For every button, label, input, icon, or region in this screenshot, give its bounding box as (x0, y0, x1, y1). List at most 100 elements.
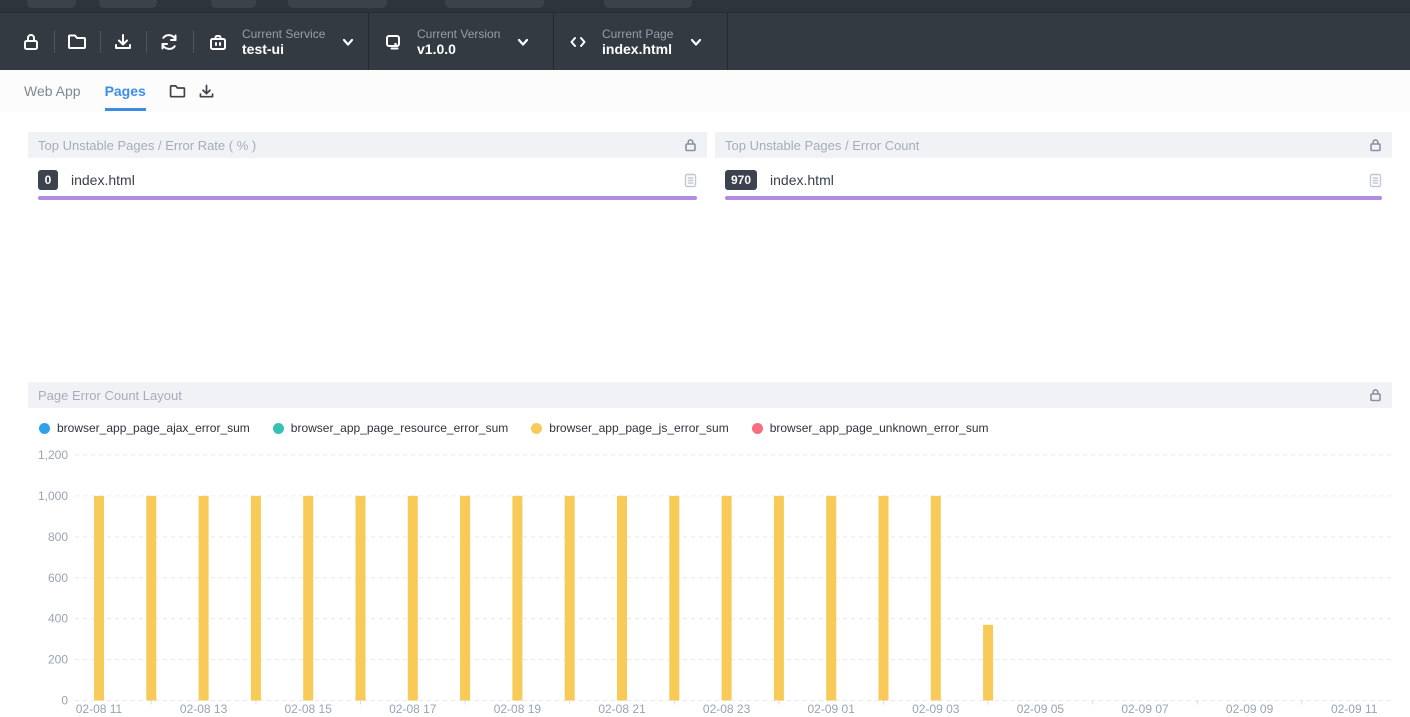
selector-label: Current Page (602, 27, 673, 41)
download-icon[interactable] (197, 82, 216, 101)
cut-off-button[interactable] (445, 0, 544, 8)
bar-browser_app_page_js_error_sum[interactable] (251, 496, 261, 701)
x-axis-tick-label: 02-09 05 (1017, 702, 1065, 716)
divider (727, 13, 728, 71)
lock-icon[interactable] (684, 138, 697, 152)
panel-header: Top Unstable Pages / Error Rate ( % ) (28, 132, 707, 158)
divider (553, 13, 554, 71)
bar-browser_app_page_js_error_sum[interactable] (931, 496, 941, 701)
cut-off-button[interactable] (27, 0, 76, 8)
divider (368, 13, 369, 71)
x-axis-tick-label: 02-08 21 (598, 702, 646, 716)
device-monitor-icon (382, 31, 404, 53)
current-version-selector[interactable]: Current Version v1.0.0 (382, 13, 530, 71)
bar-browser_app_page_js_error_sum[interactable] (146, 496, 156, 701)
tab-pages[interactable]: Pages (105, 71, 146, 111)
divider (54, 31, 55, 53)
legend-item[interactable]: browser_app_page_resource_error_sum (273, 421, 508, 435)
lock-icon[interactable] (20, 31, 42, 53)
bar-browser_app_page_js_error_sum[interactable] (774, 496, 784, 701)
chart-legend: browser_app_page_ajax_error_sum browser_a… (39, 421, 1392, 435)
cut-off-button[interactable] (211, 0, 256, 8)
bar-browser_app_page_js_error_sum[interactable] (879, 496, 889, 701)
bar-browser_app_page_js_error_sum[interactable] (617, 496, 627, 701)
y-axis-tick-label: 200 (48, 653, 68, 667)
cut-off-button[interactable] (99, 0, 157, 8)
bar-browser_app_page_js_error_sum[interactable] (94, 496, 104, 701)
clipboard-copy-icon[interactable] (1369, 172, 1382, 188)
x-axis-tick-label: 02-09 11 (1331, 702, 1378, 716)
panel-header: Top Unstable Pages / Error Count (715, 132, 1392, 158)
bar-browser_app_page_js_error_sum[interactable] (565, 496, 575, 701)
x-axis-tick-label: 02-09 03 (912, 702, 960, 716)
selector-value: index.html (602, 41, 673, 58)
page-name: index.html (770, 172, 1369, 188)
chevron-down-icon (689, 35, 703, 49)
tabs-row: Web App Pages (0, 70, 1410, 112)
bar-browser_app_page_js_error_sum[interactable] (669, 496, 679, 701)
current-service-selector[interactable]: Current Service test-ui (207, 13, 355, 71)
bar-browser_app_page_js_error_sum[interactable] (199, 496, 209, 701)
legend-item[interactable]: browser_app_page_unknown_error_sum (752, 421, 989, 435)
list-item[interactable]: 0 index.html (28, 169, 707, 191)
y-axis-tick-label: 1,200 (38, 448, 68, 462)
y-axis-tick-label: 1,000 (38, 489, 68, 503)
legend-dot-icon (39, 423, 50, 434)
legend-dot-icon (531, 423, 542, 434)
legend-label: browser_app_page_js_error_sum (549, 421, 728, 435)
tab-web-app[interactable]: Web App (24, 71, 81, 111)
panel-title: Top Unstable Pages / Error Rate ( % ) (38, 138, 684, 153)
divider (193, 31, 194, 53)
selector-label: Current Service (242, 27, 325, 41)
bar-browser_app_page_js_error_sum[interactable] (722, 496, 732, 701)
lock-icon[interactable] (1369, 388, 1382, 402)
legend-label: browser_app_page_unknown_error_sum (770, 421, 989, 435)
cut-off-button[interactable] (604, 0, 692, 8)
y-axis-tick-label: 400 (48, 612, 68, 626)
toolbar: Current Service test-ui Current Version … (0, 12, 1410, 70)
clipboard-copy-icon[interactable] (684, 172, 697, 188)
x-axis-tick-label: 02-09 01 (808, 702, 856, 716)
bar-browser_app_page_js_error_sum[interactable] (512, 496, 522, 701)
chevron-down-icon (341, 35, 355, 49)
legend-label: browser_app_page_resource_error_sum (291, 421, 508, 435)
x-axis-tick-label: 02-08 23 (703, 702, 751, 716)
lock-icon[interactable] (1369, 138, 1382, 152)
y-axis-tick-label: 0 (61, 694, 68, 708)
list-item[interactable]: 970 index.html (715, 169, 1392, 191)
browser-monitoring-page: Current Service test-ui Current Version … (0, 0, 1410, 717)
x-axis-tick-label: 02-08 15 (285, 702, 333, 716)
legend-item[interactable]: browser_app_page_ajax_error_sum (39, 421, 250, 435)
bar-browser_app_page_js_error_sum[interactable] (356, 496, 366, 701)
x-axis-tick-label: 02-08 17 (389, 702, 437, 716)
current-page-selector[interactable]: Current Page index.html (567, 13, 703, 71)
page-name: index.html (71, 172, 684, 188)
panel-error-rate: Top Unstable Pages / Error Rate ( % ) 0 … (28, 132, 707, 200)
download-icon[interactable] (112, 31, 134, 53)
y-axis-tick-label: 800 (48, 530, 68, 544)
panel-page-error-count-chart: Page Error Count Layout browser_app_page… (28, 382, 1392, 717)
rank-bar (725, 196, 1382, 200)
bar-browser_app_page_js_error_sum[interactable] (983, 625, 993, 701)
chevron-down-icon (516, 35, 530, 49)
folder-icon[interactable] (66, 31, 88, 53)
folder-icon[interactable] (168, 82, 187, 101)
bar-chart[interactable]: 02004006008001,0001,20002-08 1102-08 130… (28, 445, 1392, 717)
refresh-icon[interactable] (158, 31, 180, 53)
selector-value: test-ui (242, 41, 325, 58)
legend-item[interactable]: browser_app_page_js_error_sum (531, 421, 728, 435)
service-box-icon (207, 31, 229, 53)
bar-browser_app_page_js_error_sum[interactable] (408, 496, 418, 701)
y-axis-tick-label: 600 (48, 571, 68, 585)
panel-header: Page Error Count Layout (28, 382, 1392, 408)
legend-dot-icon (273, 423, 284, 434)
bar-browser_app_page_js_error_sum[interactable] (303, 496, 313, 701)
x-axis-tick-label: 02-08 13 (180, 702, 228, 716)
rank-value-badge: 0 (38, 170, 58, 190)
bar-browser_app_page_js_error_sum[interactable] (460, 496, 470, 701)
cut-off-button[interactable] (288, 0, 387, 8)
x-axis-tick-label: 02-09 07 (1121, 702, 1169, 716)
legend-label: browser_app_page_ajax_error_sum (57, 421, 250, 435)
top-strip (0, 0, 1410, 12)
bar-browser_app_page_js_error_sum[interactable] (826, 496, 836, 701)
